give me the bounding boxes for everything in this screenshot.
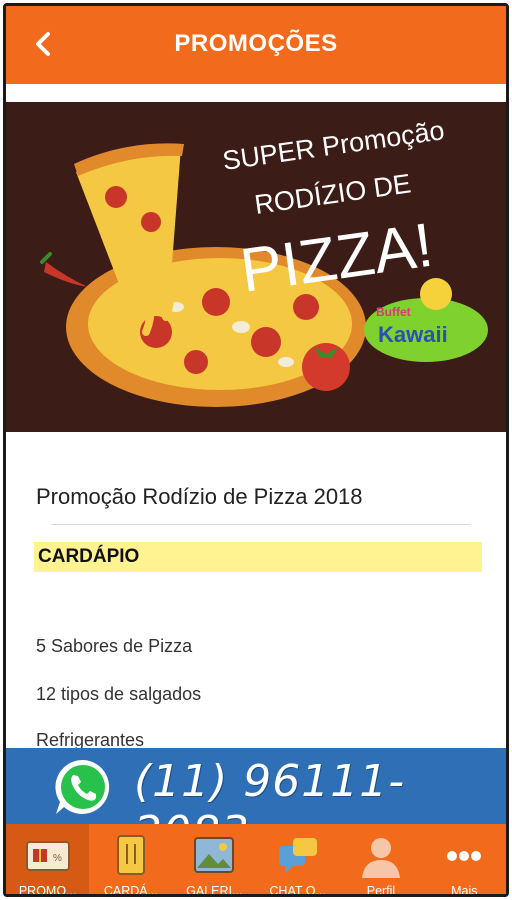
promotion-content[interactable]: Buffet Kawaii SUPER Promoção RODÍZIO DE … — [6, 84, 506, 826]
top-app-bar: PROMOÇÕES — [6, 6, 506, 84]
whatsapp-contact-bar[interactable]: (11) 96111-2083 — [6, 748, 506, 858]
nav-label: PROMO... — [18, 884, 77, 897]
nav-tab-mais[interactable]: Mais — [423, 824, 506, 897]
nav-tab-cardapio[interactable]: CARDÁ... — [89, 824, 172, 897]
nav-tab-chat[interactable]: CHAT O... — [256, 824, 339, 897]
svg-text:%: % — [53, 853, 62, 864]
nav-label: GALERI... — [186, 884, 243, 897]
image-gallery-icon — [194, 837, 235, 873]
nav-label: Mais — [451, 884, 478, 897]
nav-tab-galeria[interactable]: GALERI... — [173, 824, 256, 897]
chat-bubbles-icon — [278, 838, 317, 874]
menu-section-heading: CARDÁPIO — [34, 542, 482, 572]
app-frame: PROMOÇÕES Buffet Kawaii SUPER Promoção R… — [3, 3, 509, 897]
nav-label: CARDÁ... — [103, 884, 159, 897]
whatsapp-icon[interactable] — [50, 754, 116, 820]
divider — [51, 524, 471, 525]
page-title: PROMOÇÕES — [174, 30, 338, 57]
nav-label: CHAT O... — [269, 884, 326, 897]
gift-card-icon: % — [25, 841, 70, 871]
user-icon — [361, 838, 400, 878]
menu-item: 5 Sabores de Pizza — [36, 636, 193, 656]
logo-text-buffet: Buffet — [376, 305, 411, 319]
nav-tab-promocoes[interactable]: % PROMO... — [6, 824, 90, 897]
nav-tab-perfil[interactable]: Perfil — [339, 824, 422, 897]
nav-label: Perfil — [366, 884, 396, 897]
promotion-title: Promoção Rodízio de Pizza 2018 — [36, 484, 363, 509]
bottom-navigation: % PROMO... CARDÁ... GALERI... CHAT O... … — [6, 824, 506, 897]
promo-banner-image: Buffet Kawaii SUPER Promoção RODÍZIO DE … — [6, 102, 506, 432]
menu-item: 12 tipos de salgados — [36, 684, 202, 704]
pizza-illustration: Buffet Kawaii SUPER Promoção RODÍZIO DE … — [6, 102, 506, 432]
more-dots-icon — [447, 851, 482, 861]
logo-text-kawaii: Kawaii — [378, 322, 448, 347]
menu-book-icon — [116, 835, 145, 875]
